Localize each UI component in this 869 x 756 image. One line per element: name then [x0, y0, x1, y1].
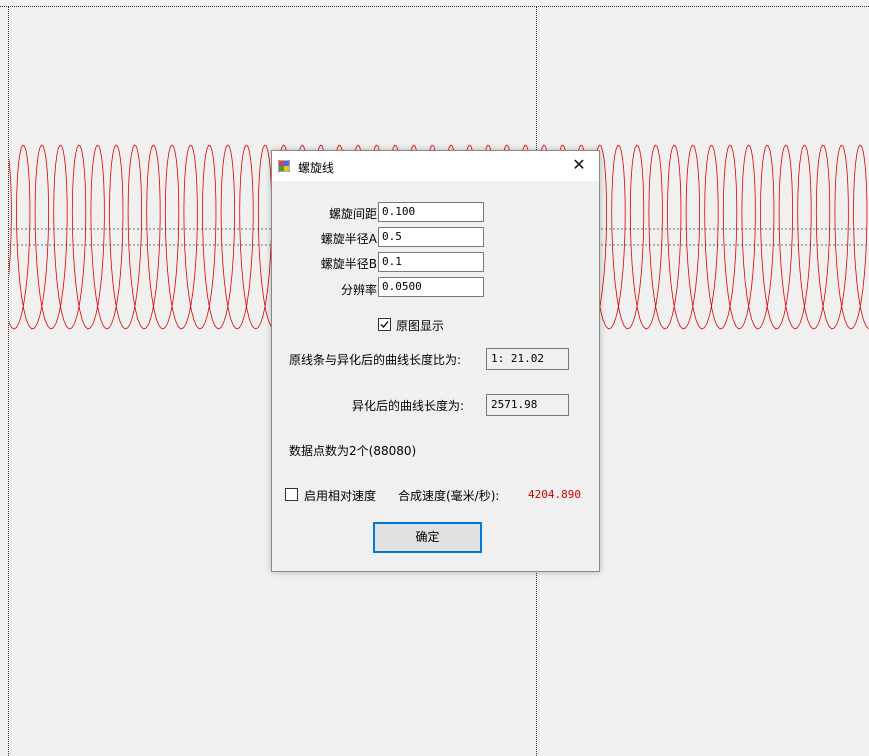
length-label: 异化后的曲线长度为:: [352, 399, 465, 413]
checkmark-icon: [380, 321, 389, 328]
close-icon: ✕: [572, 155, 586, 174]
data-points-text: 数据点数为2个(88080): [289, 444, 417, 458]
dialog-titlebar[interactable]: 螺旋线 ✕: [272, 151, 599, 181]
relative-speed-checkbox[interactable]: [285, 488, 298, 501]
original-display-label: 原图显示: [396, 319, 445, 333]
ratio-value: 1: 21.02: [486, 348, 569, 370]
radius-b-input[interactable]: 0.1: [378, 252, 484, 272]
spiral-dialog: 螺旋线 ✕ 螺旋间距 0.100 螺旋半径A 0.5 螺旋半径B 0.1 分辨率…: [271, 150, 600, 572]
relative-speed-label: 启用相对速度: [304, 489, 377, 503]
spiral-pitch-label: 螺旋间距: [328, 207, 377, 221]
length-value: 2571.98: [486, 394, 569, 416]
original-display-checkbox[interactable]: [378, 318, 391, 331]
resolution-label: 分辨率: [340, 283, 377, 297]
app-window-icon: [278, 160, 290, 172]
radius-b-label: 螺旋半径B: [320, 257, 377, 271]
speed-label: 合成速度(毫米/秒):: [398, 489, 500, 503]
ratio-label: 原线条与异化后的曲线长度比为:: [289, 353, 462, 367]
close-button[interactable]: ✕: [559, 151, 599, 181]
radius-a-label: 螺旋半径A: [320, 232, 377, 246]
ok-button[interactable]: 确定: [373, 522, 482, 553]
speed-value: 4204.890: [528, 488, 581, 501]
radius-a-input[interactable]: 0.5: [378, 227, 484, 247]
dialog-title: 螺旋线: [298, 161, 335, 175]
spiral-pitch-input[interactable]: 0.100: [378, 202, 484, 222]
resolution-input[interactable]: 0.0500: [378, 277, 484, 297]
